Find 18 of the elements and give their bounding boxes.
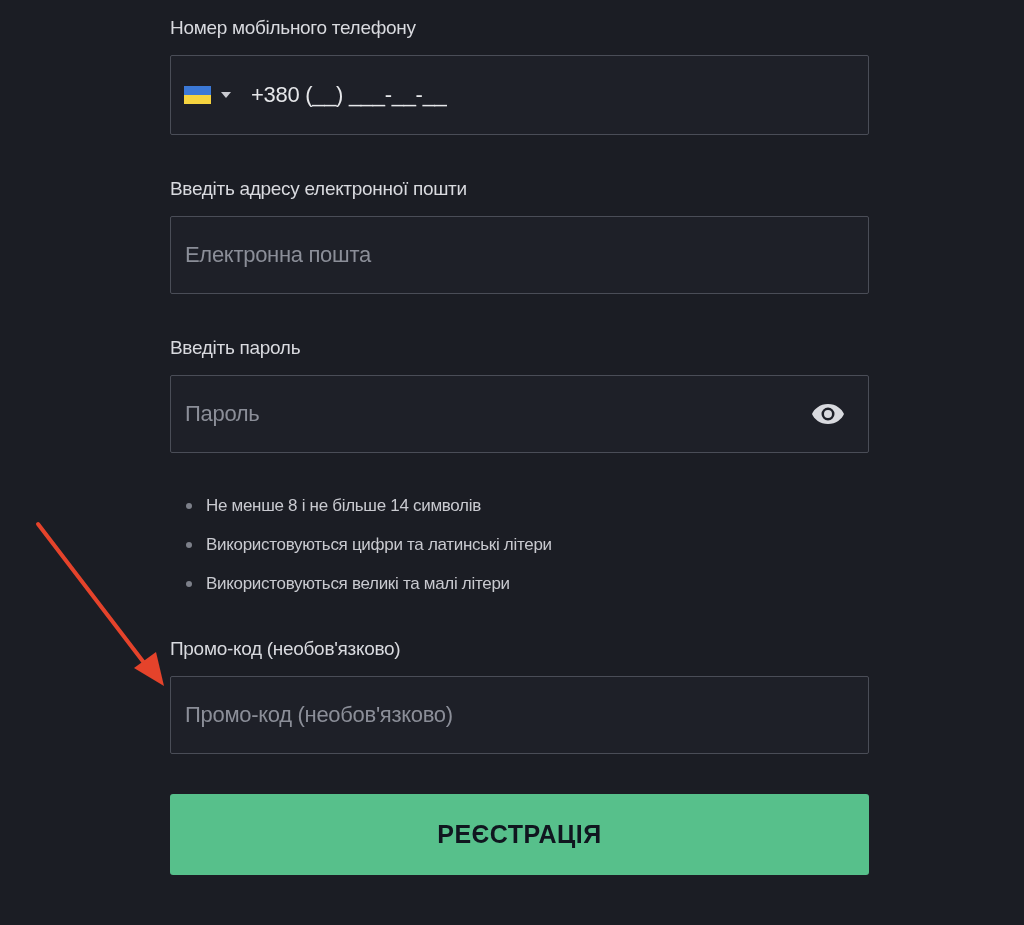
input-field[interactable]: Промо-код (необов'язково) [170,676,869,754]
caret-icon[interactable] [221,92,231,98]
field-label: Номер мобільного телефону [170,16,417,40]
flag-icon[interactable] [184,86,211,104]
field-label: Введіть пароль [170,336,302,360]
bullet-icon [186,580,192,587]
password-rule: Не менше 8 і не більше 14 символів [206,495,481,517]
eye-icon[interactable] [811,403,845,425]
password-field[interactable]: Пароль [170,375,869,453]
field-label: Промо-код (необов'язково) [170,637,402,661]
bullet-icon [186,541,192,548]
bullet-icon [186,502,192,509]
phone-field[interactable]: +380 (__) ___-__-__ [170,55,869,135]
register-button[interactable]: РЕЄСТРАЦІЯ [170,794,869,875]
field-label: Введіть адресу електронної пошти [170,177,468,201]
input-field[interactable]: Електронна пошта [170,216,869,294]
password-rule: Використовуються великі та малі літери [206,573,510,595]
password-rule: Використовуються цифри та латинські літери [206,534,552,556]
